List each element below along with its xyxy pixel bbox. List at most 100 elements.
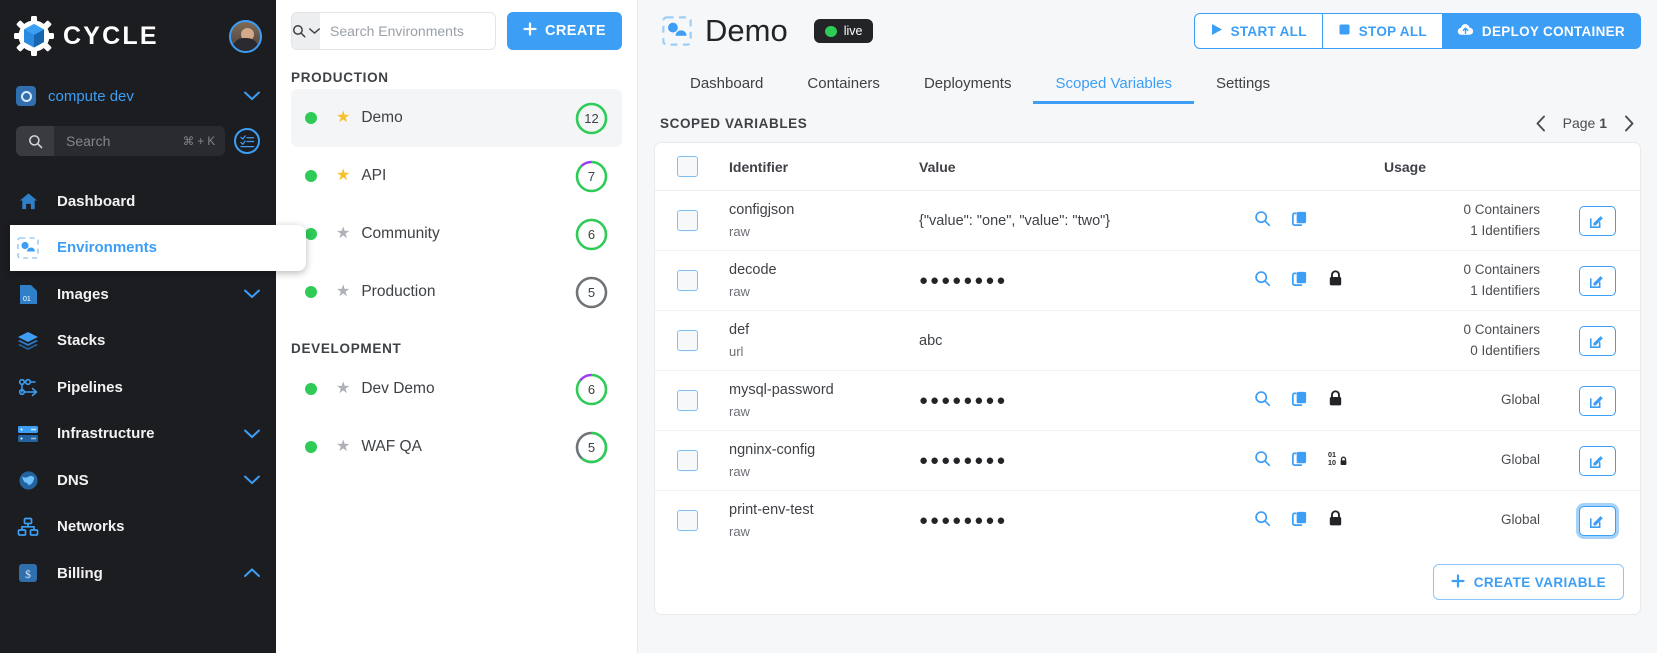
sidebar-item-infrastructure[interactable]: Infrastructure <box>0 411 276 458</box>
sidebar-item-pipelines[interactable]: Pipelines <box>0 364 276 411</box>
tab-dashboard[interactable]: Dashboard <box>668 75 785 104</box>
svg-text:$: $ <box>25 567 31 581</box>
variable-value: abc <box>919 332 943 349</box>
star-icon[interactable]: ★ <box>336 381 350 397</box>
table-body: configjson raw {"value": "one", "value":… <box>655 190 1640 551</box>
star-icon[interactable]: ★ <box>336 439 350 455</box>
edit-variable-button[interactable] <box>1578 205 1616 236</box>
row-checkbox[interactable] <box>677 510 698 531</box>
search-icon <box>293 25 306 38</box>
select-all-checkbox[interactable] <box>677 156 698 177</box>
sidebar-item-environments[interactable]: Environments <box>10 224 306 271</box>
copy-icon[interactable] <box>1291 390 1308 412</box>
environment-search-input[interactable] <box>320 23 496 39</box>
edit-variable-button[interactable] <box>1578 385 1616 416</box>
hub-selector[interactable]: compute dev <box>0 76 276 116</box>
status-dot <box>305 112 317 124</box>
table-row: ngninx-config raw ●●●●●●●● 01 10 Global <box>655 430 1640 491</box>
env-row-community[interactable]: ★ Community 6 <box>291 205 622 263</box>
sidebar-item-images[interactable]: 01 Images <box>0 271 276 318</box>
row-checkbox[interactable] <box>677 330 698 351</box>
copy-icon[interactable] <box>1291 270 1308 292</box>
status-dot <box>305 441 317 453</box>
status-dot <box>305 383 317 395</box>
sidebar-item-stacks[interactable]: Stacks <box>0 318 276 365</box>
deploy-container-button[interactable]: DEPLOY CONTAINER <box>1441 13 1641 49</box>
usage-line: Global <box>1500 392 1540 408</box>
create-variable-button[interactable]: CREATE VARIABLE <box>1432 564 1624 600</box>
chevron-left-icon[interactable] <box>1535 115 1547 132</box>
edit-variable-button[interactable] <box>1578 265 1616 296</box>
start-all-label: START ALL <box>1230 23 1307 39</box>
edit-variable-button[interactable] <box>1578 445 1616 476</box>
sidebar-item-dns[interactable]: DNS <box>0 457 276 504</box>
sidebar-item-billing[interactable]: $ Billing <box>0 550 276 597</box>
chevron-down-icon <box>309 28 320 34</box>
env-row-demo[interactable]: ★ Demo 12 <box>291 89 622 147</box>
copy-icon[interactable] <box>1291 210 1308 232</box>
create-environment-button[interactable]: CREATE <box>507 12 622 50</box>
search-filter-dropdown[interactable] <box>292 13 320 49</box>
usage-line: Global <box>1500 452 1540 468</box>
chevron-up-icon[interactable] <box>244 568 260 578</box>
tab-deployments[interactable]: Deployments <box>902 75 1034 104</box>
row-checkbox[interactable] <box>677 450 698 471</box>
edit-variable-button[interactable] <box>1578 505 1616 536</box>
avatar[interactable] <box>229 19 262 53</box>
env-group-title-production: PRODUCTION <box>291 70 389 85</box>
search-input[interactable]: Search ⌘ + K <box>16 126 225 156</box>
sidebar-search-row: Search ⌘ + K <box>0 126 276 156</box>
create-environment-label: CREATE <box>545 23 606 39</box>
tab-containers[interactable]: Containers <box>785 75 902 104</box>
table-head: Identifier Value Usage <box>655 143 1640 191</box>
env-row-api[interactable]: ★ API 7 <box>291 147 622 205</box>
sidebar-item-label: Images <box>57 285 109 303</box>
container-count: 5 <box>587 439 596 455</box>
select-all-header <box>655 143 729 191</box>
sidebar-item-dashboard[interactable]: Dashboard <box>0 178 276 225</box>
sidebar-nav: Dashboard Environments 01 Images Stacks … <box>0 178 306 597</box>
copy-icon[interactable] <box>1291 510 1308 532</box>
env-row-production[interactable]: ★ Production 5 <box>291 263 622 321</box>
environments-panel: CREATE PRODUCTION ★ Demo 12 ★ API 7 <box>276 0 638 653</box>
search-icon <box>16 126 54 156</box>
env-row-waf-qa[interactable]: ★ WAF QA 5 <box>291 418 622 476</box>
search-icon[interactable] <box>1254 210 1271 232</box>
star-icon[interactable]: ★ <box>336 110 350 126</box>
row-checkbox[interactable] <box>677 270 698 291</box>
star-icon[interactable]: ★ <box>336 168 350 184</box>
sidebar-item-networks[interactable]: Networks <box>0 504 276 551</box>
list-view-icon[interactable] <box>234 128 260 154</box>
cycle-cube-gear-logo-icon <box>14 16 54 56</box>
tab-scoped-variables[interactable]: Scoped Variables <box>1033 75 1194 104</box>
page-label: Page 1 <box>1563 115 1607 131</box>
row-action-icons <box>1254 509 1384 532</box>
star-icon[interactable]: ★ <box>336 284 350 300</box>
search-icon[interactable] <box>1254 270 1271 292</box>
edit-variable-button[interactable] <box>1578 325 1616 356</box>
edit-icon <box>1589 395 1603 408</box>
variable-value: ●●●●●●●● <box>919 511 1008 529</box>
tab-settings[interactable]: Settings <box>1194 75 1292 104</box>
sidebar-item-label: Infrastructure <box>57 425 155 443</box>
env-row-dev-demo[interactable]: ★ Dev Demo 6 <box>291 360 622 418</box>
chevron-down-icon[interactable] <box>244 475 260 485</box>
layers-icon <box>16 331 40 351</box>
table-row: decode raw ●●●●●●●● 0 Containers 1 Ident… <box>655 250 1640 311</box>
chevron-right-icon[interactable] <box>1623 115 1635 132</box>
search-icon[interactable] <box>1254 510 1271 532</box>
copy-icon[interactable] <box>1291 450 1308 472</box>
stop-all-button[interactable]: STOP ALL <box>1322 13 1442 49</box>
start-all-button[interactable]: START ALL <box>1193 13 1323 49</box>
search-icon[interactable] <box>1254 390 1271 412</box>
chevron-down-icon[interactable] <box>244 289 260 299</box>
row-checkbox[interactable] <box>677 390 698 411</box>
row-checkbox[interactable] <box>677 210 698 231</box>
search-icon[interactable] <box>1254 450 1271 472</box>
sidebar-item-label: Dashboard <box>57 192 136 210</box>
star-icon[interactable]: ★ <box>336 226 350 242</box>
chevron-down-icon[interactable] <box>244 429 260 439</box>
status-badge-label: live <box>843 24 863 38</box>
environment-search[interactable] <box>291 12 497 50</box>
variable-value: ●●●●●●●● <box>919 451 1008 469</box>
